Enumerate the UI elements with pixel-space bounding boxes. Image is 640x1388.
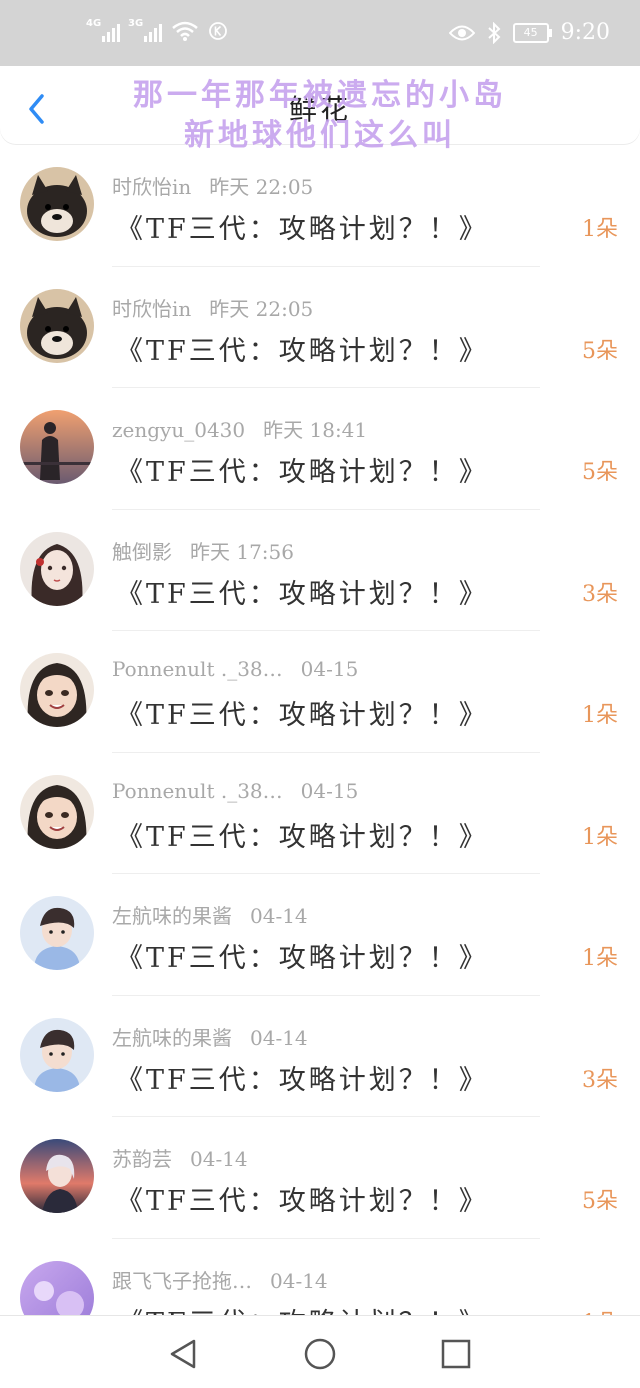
- avatar[interactable]: [20, 1139, 94, 1213]
- book-title[interactable]: 《TF三代：攻略计划？！》: [116, 693, 489, 732]
- user-name[interactable]: 左航味的果酱: [112, 1026, 232, 1050]
- item-time: 04-15: [300, 778, 359, 803]
- list-item[interactable]: 苏韵芸 04-14 《TF三代：攻略计划？！》 5朵: [0, 1117, 640, 1239]
- book-title[interactable]: 《TF三代：攻略计划？！》: [116, 936, 489, 975]
- flower-count: 1朵: [582, 946, 618, 971]
- flower-count: 3朵: [582, 1067, 618, 1093]
- status-right: 45 9:20: [448, 20, 610, 45]
- avatar[interactable]: [20, 288, 94, 363]
- user-name[interactable]: 左航味的果酱: [112, 904, 232, 928]
- item-meta: 时欣怡in 昨天 22:05: [112, 171, 313, 200]
- flower-count: 1朵: [582, 824, 618, 850]
- battery-icon: 45: [512, 22, 552, 43]
- avatar[interactable]: [20, 531, 94, 606]
- book-title[interactable]: 《TF三代：攻略计划？！》: [116, 207, 489, 246]
- item-time: 昨天 17:56: [190, 539, 294, 564]
- k-badge-icon: [209, 22, 227, 40]
- user-name[interactable]: 时欣怡in: [112, 175, 191, 199]
- item-meta: 左航味的果酱 04-14: [112, 1022, 308, 1051]
- book-title[interactable]: 《TF三代：攻略计划？！》: [116, 815, 489, 854]
- item-time: 04-15: [300, 657, 359, 681]
- list-item[interactable]: Ponnenult ._38… 04-15 《TF三代：攻略计划？！》 1朵: [0, 753, 640, 874]
- nav-recents-icon[interactable]: [438, 1336, 474, 1372]
- flower-count: 3朵: [582, 581, 618, 607]
- user-name[interactable]: 触倒影: [112, 540, 172, 564]
- item-meta: zengyu_0430 昨天 18:41: [112, 414, 367, 443]
- avatar[interactable]: [20, 410, 94, 484]
- book-title[interactable]: 《TF三代：攻略计划？！》: [116, 1179, 489, 1218]
- battery-level: 45: [523, 25, 538, 39]
- item-meta: 跟飞飞子抢拖… 04-14: [112, 1265, 328, 1294]
- item-time: 04-14: [250, 1025, 308, 1050]
- item-time: 昨天 22:05: [209, 175, 314, 199]
- watermark-line-1: 那一年那年被遗忘的小岛: [133, 78, 507, 113]
- nav-back-icon[interactable]: [166, 1336, 202, 1372]
- avatar[interactable]: [20, 896, 94, 970]
- list-item[interactable]: 左航味的果酱 04-14 《TF三代：攻略计划？！》 3朵: [0, 996, 640, 1117]
- bluetooth-icon: [487, 21, 501, 44]
- flower-list: 时欣怡in 昨天 22:05 《TF三代：攻略计划？！》 1朵 时欣怡in 昨天 2…: [0, 145, 640, 1360]
- signal-icon: 4G: [86, 18, 120, 42]
- book-title[interactable]: 《TF三代：攻略计划？！》: [116, 1058, 489, 1097]
- flower-count: 5朵: [582, 460, 618, 485]
- item-time: 昨天 18:41: [263, 418, 368, 442]
- book-title[interactable]: 《TF三代：攻略计划？！》: [116, 450, 489, 489]
- list-item[interactable]: 时欣怡in 昨天 22:05 《TF三代：攻略计划？！》 5朵: [0, 267, 640, 388]
- system-nav-bar: [0, 1315, 640, 1388]
- avatar[interactable]: [20, 1017, 94, 1092]
- user-name[interactable]: 时欣怡in: [112, 297, 191, 321]
- list-item[interactable]: 时欣怡in 昨天 22:05 《TF三代：攻略计划？！》 1朵: [0, 145, 640, 267]
- item-meta: 左航味的果酱 04-14: [112, 900, 308, 929]
- nav-home-icon[interactable]: [302, 1336, 338, 1372]
- avatar[interactable]: [20, 774, 94, 849]
- list-item[interactable]: zengyu_0430 昨天 18:41 《TF三代：攻略计划？！》 5朵: [0, 388, 640, 510]
- user-name[interactable]: Ponnenult ._38…: [112, 779, 283, 803]
- clock: 9:20: [560, 20, 610, 45]
- user-name[interactable]: 跟飞飞子抢拖…: [112, 1269, 252, 1293]
- flower-count: 5朵: [582, 1189, 618, 1214]
- flower-count: 5朵: [582, 338, 618, 364]
- item-meta: 时欣怡in 昨天 22:05: [112, 293, 313, 322]
- item-meta: 触倒影 昨天 17:56: [112, 536, 294, 565]
- item-meta: Ponnenult ._38… 04-15: [112, 779, 358, 803]
- flower-count: 1朵: [582, 217, 618, 242]
- flower-count: 1朵: [582, 703, 618, 728]
- item-time: 04-14: [190, 1147, 248, 1171]
- list-item[interactable]: 左航味的果酱 04-14 《TF三代：攻略计划？！》 1朵: [0, 874, 640, 996]
- list-item[interactable]: 触倒影 昨天 17:56 《TF三代：攻略计划？！》 3朵: [0, 510, 640, 631]
- item-time: 04-14: [250, 904, 308, 928]
- item-meta: Ponnenult ._38… 04-15: [112, 657, 358, 681]
- eye-icon: [448, 25, 475, 40]
- book-title[interactable]: 《TF三代：攻略计划？！》: [116, 329, 489, 368]
- signal-icon-2: 3G: [128, 18, 162, 42]
- user-name[interactable]: zengyu_0430: [112, 418, 245, 442]
- status-left: 4G 3G: [86, 18, 228, 42]
- item-meta: 苏韵芸 04-14: [112, 1143, 248, 1172]
- book-title[interactable]: 《TF三代：攻略计划？！》: [116, 572, 489, 611]
- status-bar: 4G 3G 45 9:20: [0, 0, 640, 66]
- network-type-label-2: 3G: [128, 18, 144, 29]
- network-type-label: 4G: [86, 18, 102, 29]
- avatar[interactable]: [20, 167, 94, 241]
- list-item[interactable]: Ponnenult ._38… 04-15 《TF三代：攻略计划？！》 1朵: [0, 631, 640, 753]
- item-time: 04-14: [270, 1268, 328, 1293]
- user-name[interactable]: Ponnenult ._38…: [112, 657, 283, 681]
- wifi-icon: [172, 21, 198, 41]
- item-time: 昨天 22:05: [209, 296, 314, 321]
- avatar[interactable]: [20, 653, 94, 727]
- user-name[interactable]: 苏韵芸: [112, 1147, 172, 1171]
